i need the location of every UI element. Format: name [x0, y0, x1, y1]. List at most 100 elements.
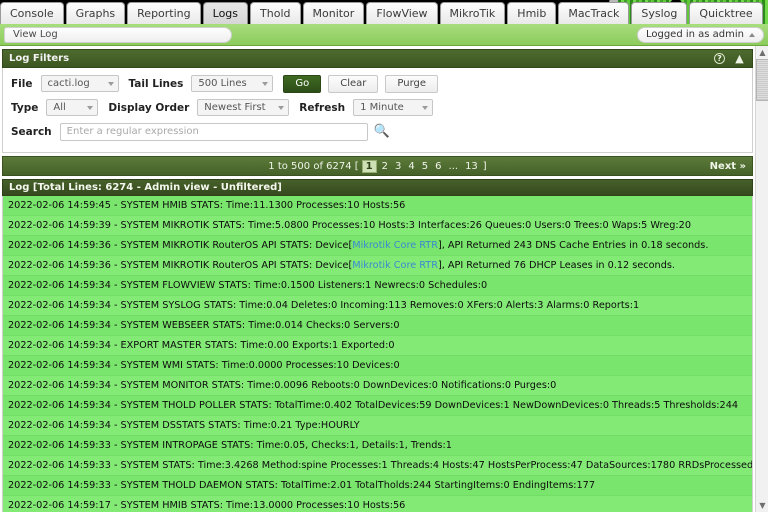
device-link[interactable]: Mikrotik Core RTR	[352, 240, 438, 251]
vertical-scrollbar[interactable]: ▲ ▼	[755, 46, 768, 512]
tail-lines-select[interactable]: 500 Lines	[191, 75, 274, 92]
chevron-down-icon	[422, 105, 429, 110]
tab-label: Quicktree	[699, 7, 753, 20]
triangle-up-icon[interactable]: ▲	[756, 46, 768, 59]
tab-label: Graphs	[75, 7, 116, 20]
tab-thold[interactable]: Thold	[250, 2, 301, 24]
log-row: 2022-02-06 14:59:33 - SYSTEM THOLD DAEMO…	[3, 476, 752, 496]
tab-label: MacTrack	[568, 7, 620, 20]
log-row: 2022-02-06 14:59:34 - SYSTEM THOLD POLLE…	[3, 396, 752, 416]
scrollbar-thumb[interactable]	[756, 59, 768, 101]
filter-row-type: Type All Display Order Newest First Refr…	[11, 97, 744, 118]
log-row-text: 2022-02-06 14:59:34 - SYSTEM MONITOR STA…	[8, 380, 557, 391]
tab-graphs[interactable]: Graphs	[65, 2, 126, 24]
type-select-value: All	[53, 102, 66, 113]
log-filters-title: Log Filters	[9, 53, 70, 64]
page-link-3[interactable]: 3	[393, 161, 403, 172]
search-input[interactable]	[59, 122, 368, 141]
log-table-body: 2022-02-06 14:59:45 - SYSTEM HMIB STATS:…	[2, 196, 753, 512]
pagination-bar: 1 to 500 of 6274 [1 2 3 4 5 6... 13] Next »	[2, 156, 753, 176]
tab-label: Hmib	[517, 7, 547, 20]
file-select-value: cacti.log	[47, 78, 90, 89]
log-row-text: 2022-02-06 14:59:33 - SYSTEM INTROPAGE S…	[8, 440, 452, 451]
refresh-select[interactable]: 1 Minute	[353, 99, 434, 116]
tab-mikrotik[interactable]: MikroTik	[439, 2, 506, 24]
caret-up-icon	[749, 32, 755, 37]
log-filters-header: Log Filters ? ▲	[2, 49, 753, 68]
triangle-down-icon[interactable]: ▼	[756, 499, 768, 512]
go-button[interactable]: Go	[283, 74, 322, 93]
log-row: 2022-02-06 14:59:39 - SYSTEM MIKROTIK ST…	[3, 216, 752, 236]
log-row-text: 2022-02-06 14:59:17 - SYSTEM HMIB STATS:…	[8, 500, 406, 511]
tab-console[interactable]: Console	[0, 2, 64, 24]
tail-lines-label: Tail Lines	[128, 77, 184, 90]
page-link-2[interactable]: 2	[380, 161, 390, 172]
log-header-label: Log [Total Lines: 6274 - Admin view - Un…	[9, 182, 282, 193]
tab-label: MikroTik	[449, 7, 496, 20]
log-row: 2022-02-06 14:59:33 - SYSTEM INTROPAGE S…	[3, 436, 752, 456]
breadcrumb[interactable]: View Log	[4, 26, 232, 43]
page-link-4[interactable]: 4	[406, 161, 416, 172]
magnifier-icon[interactable]: 🔍	[374, 124, 390, 139]
log-row-text: 2022-02-06 14:59:33 - SYSTEM THOLD DAEMO…	[8, 480, 596, 491]
tab-hmib[interactable]: Hmib	[507, 2, 557, 24]
tab-label: Logs	[212, 7, 239, 20]
tab-logs[interactable]: Logs	[202, 2, 249, 24]
next-page-button[interactable]: Next »	[710, 161, 746, 172]
log-row-text: 2022-02-06 14:59:34 - SYSTEM WEBSEER STA…	[8, 320, 400, 331]
tab-label: Reporting	[137, 7, 191, 20]
purge-button[interactable]: Purge	[385, 74, 439, 93]
logged-in-user-menu[interactable]: Logged in as admin	[636, 26, 764, 43]
refresh-select-value: 1 Minute	[360, 102, 404, 113]
tab-reporting[interactable]: Reporting	[127, 2, 201, 24]
tab-mactrack[interactable]: MacTrack	[558, 2, 630, 24]
tab-flowview[interactable]: FlowView	[366, 2, 438, 24]
log-row-text-tail: ], API Returned 243 DNS Cache Entries in…	[437, 240, 709, 251]
display-order-label: Display Order	[108, 101, 190, 114]
log-row-text: 2022-02-06 14:59:34 - SYSTEM WMI STATS: …	[8, 360, 400, 371]
tab-label: Thold	[260, 7, 291, 20]
log-row-text: 2022-02-06 14:59:34 - EXPORT MASTER STAT…	[8, 340, 395, 351]
top-banner: Console Graphs Reporting Logs Thold Monitor Fl…	[0, 0, 768, 24]
log-row: 2022-02-06 14:59:33 - SYSTEM STATS: Time…	[3, 456, 752, 476]
type-select[interactable]: All	[46, 99, 99, 116]
log-row: 2022-02-06 14:59:17 - SYSTEM HMIB STATS:…	[3, 496, 752, 512]
display-order-select[interactable]: Newest First	[197, 99, 290, 116]
tab-quicktree[interactable]: Quicktree	[689, 2, 763, 24]
log-row-text: 2022-02-06 14:59:39 - SYSTEM MIKROTIK ST…	[8, 220, 691, 231]
logged-in-label: Logged in as admin	[645, 29, 744, 40]
filter-row-file: File cacti.log Tail Lines 500 Lines Go C…	[11, 73, 744, 94]
log-row: 2022-02-06 14:59:36 - SYSTEM MIKROTIK Ro…	[3, 256, 752, 276]
page-link-6[interactable]: 6	[433, 161, 443, 172]
log-row-text: 2022-02-06 14:59:45 - SYSTEM HMIB STATS:…	[8, 200, 406, 211]
type-label: Type	[11, 101, 39, 114]
chevron-down-icon	[262, 81, 269, 86]
log-row-text: 2022-02-06 14:59:36 - SYSTEM MIKROTIK Ro…	[8, 260, 353, 271]
breadcrumb-label: View Log	[13, 29, 58, 40]
refresh-label: Refresh	[299, 101, 346, 114]
clear-button[interactable]: Clear	[328, 74, 379, 93]
page-link-1[interactable]: 1	[361, 159, 377, 173]
tab-label: Console	[10, 7, 54, 20]
log-row-text: 2022-02-06 14:59:34 - SYSTEM FLOWVIEW ST…	[8, 280, 488, 291]
tab-monitor[interactable]: Monitor	[302, 2, 365, 24]
page-link-13[interactable]: 13	[463, 161, 480, 172]
tab-label: FlowView	[376, 7, 428, 20]
log-row: 2022-02-06 14:59:34 - SYSTEM MONITOR STA…	[3, 376, 752, 396]
page-body: Log Filters ? ▲ File cacti.log Tail Line…	[0, 46, 768, 512]
tab-label: Monitor	[312, 7, 355, 20]
tab-syslog[interactable]: Syslog	[631, 2, 688, 24]
file-select[interactable]: cacti.log	[40, 75, 119, 92]
log-row-text-tail: ], API Returned 76 DHCP Leases in 0.12 s…	[437, 260, 675, 271]
log-row-text: 2022-02-06 14:59:34 - SYSTEM DSSTATS STA…	[8, 420, 360, 431]
log-table-header: Log [Total Lines: 6274 - Admin view - Un…	[2, 179, 753, 196]
log-row: 2022-02-06 14:59:34 - SYSTEM DSSTATS STA…	[3, 416, 752, 436]
log-filters-panel: File cacti.log Tail Lines 500 Lines Go C…	[2, 68, 753, 153]
question-mark-icon[interactable]: ?	[713, 52, 726, 65]
page-link-...: ...	[448, 160, 459, 172]
device-link[interactable]: Mikrotik Core RTR	[352, 260, 438, 271]
tail-lines-select-value: 500 Lines	[198, 78, 247, 89]
page-link-5[interactable]: 5	[420, 161, 430, 172]
double-chevron-up-icon[interactable]: ▲	[733, 52, 746, 65]
log-row-text: 2022-02-06 14:59:36 - SYSTEM MIKROTIK Ro…	[8, 240, 353, 251]
